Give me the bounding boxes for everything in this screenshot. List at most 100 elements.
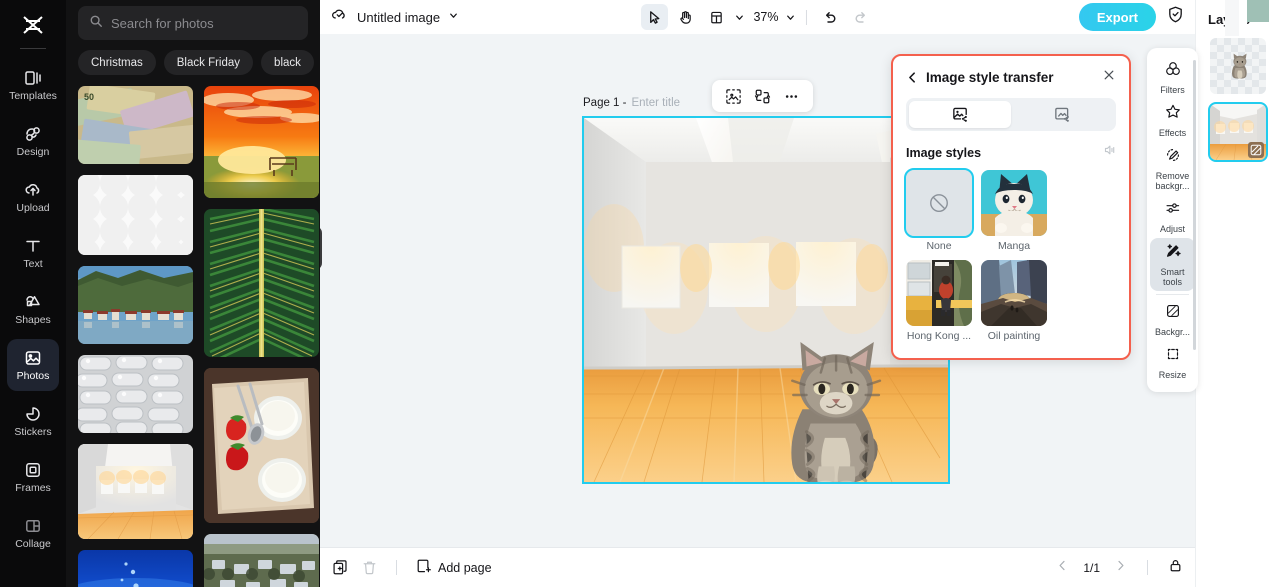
document-title-group[interactable]: Untitled image xyxy=(330,5,459,29)
photo-thumb-underwater-bubbles[interactable] xyxy=(78,550,193,587)
bottom-toolbar: Add page 1/1 xyxy=(320,547,1195,587)
strip-swatch-teal xyxy=(1247,0,1269,22)
photo-results-grid: 50 xyxy=(66,75,320,587)
right-tools-divider xyxy=(1156,294,1189,295)
sidebar-item-collage[interactable]: Collage xyxy=(7,507,59,559)
photo-thumb-empty-gallery-room[interactable] xyxy=(78,444,193,539)
adjust-icon xyxy=(1164,199,1182,222)
sidebar-item-shapes[interactable]: Shapes xyxy=(7,283,59,335)
image-styles-header: Image styles xyxy=(906,143,1116,162)
cat-layer-thumbnail[interactable] xyxy=(1210,38,1266,94)
style-option-oil-painting[interactable]: Oil painting xyxy=(981,260,1047,342)
lock-icon[interactable] xyxy=(1168,558,1183,578)
hong-kong-style-thumb xyxy=(906,260,972,326)
page-tools-floating-bar xyxy=(712,80,813,112)
more-options-icon[interactable] xyxy=(778,83,805,109)
photo-thumb-lakeside-village[interactable] xyxy=(78,266,193,344)
photos-icon xyxy=(23,348,43,368)
replace-icon[interactable] xyxy=(749,83,776,109)
page-label-row: Page 1 - Enter title xyxy=(583,97,680,109)
tag-chip-christmas[interactable]: Christmas xyxy=(78,50,156,75)
top-bar-right: Export xyxy=(1078,3,1185,31)
prev-page-icon[interactable] xyxy=(1056,559,1069,577)
photo-thumb-palm-leaf[interactable] xyxy=(204,209,319,357)
next-page-icon[interactable] xyxy=(1114,559,1127,577)
undo-button[interactable] xyxy=(817,4,844,30)
style-option-manga[interactable]: Manga xyxy=(981,170,1047,252)
photo-thumb-sunset-bench[interactable] xyxy=(204,86,319,198)
sidebar-item-templates[interactable]: Templates xyxy=(7,59,59,111)
tool-resize[interactable]: Resize xyxy=(1150,341,1195,384)
image-styles-label: Image styles xyxy=(906,145,982,160)
sidebar-item-frames[interactable]: Frames xyxy=(7,451,59,503)
text-icon xyxy=(23,236,43,256)
photo-thumb-aerial-suburb[interactable] xyxy=(204,534,319,587)
tool-remove-background[interactable]: Remove backgr... xyxy=(1150,142,1195,195)
export-button[interactable]: Export xyxy=(1078,3,1156,31)
audio-icon[interactable] xyxy=(1102,143,1116,162)
tag-chip-black[interactable]: black xyxy=(261,50,314,75)
photo-thumb-pill-blister-pack[interactable] xyxy=(78,355,193,433)
sidebar-item-design[interactable]: Design xyxy=(7,115,59,167)
tool-label: Smart tools xyxy=(1160,267,1185,287)
tool-label: Backgr... xyxy=(1154,327,1190,337)
tool-label: Effects xyxy=(1158,128,1187,138)
collapse-panel-handle[interactable] xyxy=(320,226,322,270)
sidebar-item-label: Frames xyxy=(15,482,51,494)
right-tools-scrollbar[interactable] xyxy=(1193,60,1196,350)
top-right-image-strip xyxy=(1225,0,1280,40)
tool-smart-tools[interactable]: Smart tools xyxy=(1150,238,1195,291)
zoom-chevron-down-icon[interactable] xyxy=(785,12,796,23)
layout-chevron-down-icon[interactable] xyxy=(733,12,747,23)
document-title: Untitled image xyxy=(357,9,441,25)
page-navigation: 1/1 xyxy=(1056,558,1183,578)
select-tool[interactable] xyxy=(640,4,668,30)
layer-mask-badge-icon xyxy=(1248,142,1264,158)
crop-select-icon[interactable] xyxy=(720,83,747,109)
reference-style-tab[interactable] xyxy=(1011,101,1113,128)
toolbar-divider xyxy=(805,9,807,25)
page-title-input[interactable]: Enter title xyxy=(631,97,680,109)
style-label: None xyxy=(926,240,952,252)
chevron-down-icon[interactable] xyxy=(448,8,459,26)
sidebar-item-text[interactable]: Text xyxy=(7,227,59,279)
style-option-none[interactable]: None xyxy=(904,168,974,252)
tool-background[interactable]: Backgr... xyxy=(1150,298,1195,341)
collage-icon xyxy=(23,516,43,536)
close-icon[interactable] xyxy=(1102,68,1116,87)
image-style-tab[interactable] xyxy=(909,101,1011,128)
search-placeholder: Search for photos xyxy=(111,15,214,31)
photo-thumb-banknotes[interactable]: 50 xyxy=(78,86,193,164)
tool-adjust[interactable]: Adjust xyxy=(1150,195,1195,238)
style-panel-title: Image style transfer xyxy=(926,69,1054,85)
tag-chip-black-friday[interactable]: Black Friday xyxy=(163,50,254,75)
tool-effects[interactable]: Effects xyxy=(1150,99,1195,142)
image-style-transfer-panel: Image style transfer Image styles None M… xyxy=(891,54,1131,360)
sidebar-item-photos[interactable]: Photos xyxy=(7,339,59,391)
hand-tool[interactable] xyxy=(671,4,698,30)
photo-thumb-yogurt-strawberries[interactable] xyxy=(204,368,319,523)
sidebar-item-label: Collage xyxy=(15,538,51,550)
room-background-layer-thumbnail[interactable] xyxy=(1208,102,1268,162)
capcut-logo-icon[interactable] xyxy=(13,8,53,42)
shield-check-icon[interactable] xyxy=(1166,5,1185,29)
sidebar-item-stickers[interactable]: Stickers xyxy=(7,395,59,447)
photo-column-left: 50 xyxy=(78,86,193,587)
duplicate-page-icon[interactable] xyxy=(332,559,349,576)
search-input[interactable]: Search for photos xyxy=(78,6,308,40)
manga-style-thumb xyxy=(981,170,1047,236)
tool-filters[interactable]: Filters xyxy=(1150,56,1195,99)
none-style-thumb xyxy=(904,168,974,238)
chevron-left-icon[interactable] xyxy=(906,71,919,84)
photo-thumb-white-circles-pattern[interactable] xyxy=(78,175,193,255)
style-option-hong-kong[interactable]: Hong Kong ... xyxy=(906,260,972,342)
redo-button[interactable] xyxy=(848,4,875,30)
add-page-button[interactable]: Add page xyxy=(415,558,492,578)
photo-column-right xyxy=(204,86,319,587)
sidebar-item-upload[interactable]: Upload xyxy=(7,171,59,223)
canvas-tool-cluster: 37% xyxy=(640,4,874,30)
delete-page-icon[interactable] xyxy=(361,559,378,576)
layout-tool[interactable] xyxy=(702,4,729,30)
zoom-level: 37% xyxy=(753,10,779,24)
add-page-icon xyxy=(415,558,432,578)
